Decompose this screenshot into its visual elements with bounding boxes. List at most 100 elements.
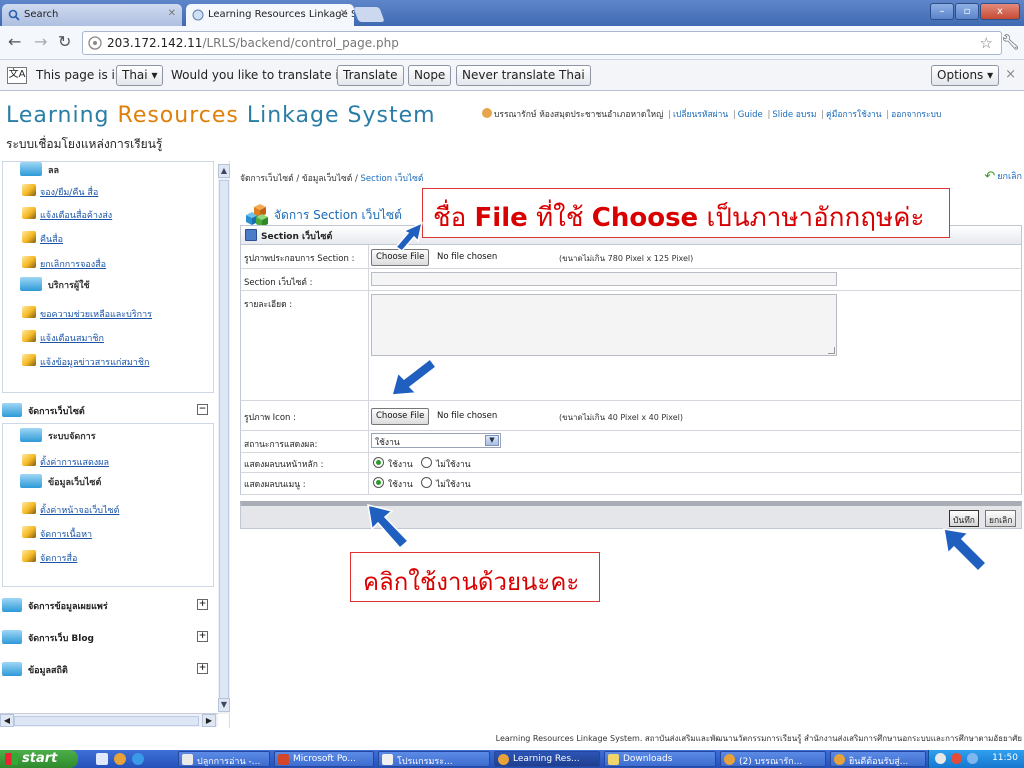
sidebar-item-help[interactable]: ขอความช่วยเหลือและบริการ	[20, 303, 152, 321]
sidebar-horizontal-scrollbar[interactable]: ◀ ▶	[0, 713, 218, 727]
status-select[interactable]: ใช้งาน ▼	[371, 433, 501, 448]
close-window-button[interactable]: x	[980, 3, 1020, 20]
guide-link[interactable]: Guide	[738, 110, 763, 120]
powerpoint-icon	[278, 754, 289, 765]
forward-arrow-icon[interactable]: →	[34, 34, 47, 50]
nope-button[interactable]: Nope	[408, 65, 452, 86]
tab-learning-resources[interactable]: Learning Resources Linkage S\ ✕	[186, 4, 354, 26]
language-select[interactable]: Thai ▾	[116, 65, 164, 86]
manual-link[interactable]: คู่มือการใช้งาน	[826, 110, 882, 120]
sidebar-item-content[interactable]: จัดการเนื้อหา	[20, 523, 92, 541]
expand-toggle-icon[interactable]: +	[197, 599, 208, 610]
expand-toggle-icon[interactable]: +	[197, 663, 208, 674]
section-input[interactable]	[371, 272, 837, 286]
sidebar-item-display-settings[interactable]: ตั้งค่าการแสดงผล	[20, 451, 109, 469]
security-icon[interactable]	[951, 753, 962, 764]
sidebar-category-website-data[interactable]: ข้อมูลเว็บไซต์	[20, 471, 210, 491]
network-icon[interactable]	[935, 753, 946, 764]
taskbar-item[interactable]: (2) บรรณารัก...	[720, 751, 826, 767]
slide-training-link[interactable]: Slide อบรม	[772, 110, 816, 120]
ie-quicklaunch-icon[interactable]	[132, 753, 144, 765]
options-button[interactable]: Options ▾	[931, 65, 1000, 86]
tab-close-icon[interactable]: ✕	[340, 8, 348, 19]
scroll-up-icon[interactable]: ▲	[218, 164, 230, 178]
form-row-image: รูปภาพประกอบการ Section : Choose File No…	[240, 245, 1022, 269]
logo-word-3: Linkage System	[238, 103, 436, 128]
chrome-icon	[834, 754, 845, 765]
sidebar-section-publish[interactable]: จัดการข้อมูลเผยแพร่ +	[2, 594, 214, 616]
tab-close-icon[interactable]: ✕	[168, 8, 176, 19]
form-row-section: Section เว็บไซต์ :	[240, 269, 1022, 291]
taskbar-item[interactable]: โปรแกรมระ...	[378, 751, 490, 767]
radio-label: ไม่ใช้งาน	[436, 460, 471, 470]
logout-link[interactable]: ออกจากระบบ	[891, 110, 941, 120]
top-links: บรรณารักษ์ ห้องสมุดประชาชนอำเภอหาดใหญ่ |…	[482, 107, 941, 121]
sidebar-section-website[interactable]: จัดการเว็บไซต์ −	[2, 399, 214, 421]
start-button[interactable]: start	[0, 750, 78, 768]
detail-textarea[interactable]	[371, 294, 837, 356]
taskbar-item[interactable]: Microsoft Po...	[274, 751, 374, 767]
scroll-left-icon[interactable]: ◀	[0, 714, 14, 727]
never-translate-button[interactable]: Never translate Thai	[456, 65, 591, 86]
menu-display-off-radio[interactable]	[421, 477, 432, 488]
close-icon[interactable]: ×	[1005, 67, 1016, 82]
reload-icon[interactable]: ↻	[58, 34, 71, 50]
site-logo[interactable]: Learning Resources Linkage System	[6, 103, 436, 128]
sidebar-item-return[interactable]: คืนสื่อ	[20, 228, 63, 246]
sidebar-section-blog[interactable]: จัดการเว็บ Blog +	[2, 626, 214, 648]
document-icon	[182, 754, 193, 765]
taskbar-item[interactable]: ปลูกการอ่าน -...	[178, 751, 270, 767]
menu-display-on-radio[interactable]	[373, 477, 384, 488]
back-arrow-icon[interactable]: ←	[8, 34, 21, 50]
sidebar-item-news-member[interactable]: แจ้งข้อมูลข่าวสารแก่สมาชิก	[20, 351, 149, 369]
sidebar-vertical-scrollbar[interactable]: ▲ ▼	[218, 164, 230, 714]
sidebar-item-cancel-reservation[interactable]: ยกเลิกการจองสื่อ	[20, 253, 106, 271]
taskbar-item-active[interactable]: Learning Res...	[494, 751, 600, 767]
scroll-down-icon[interactable]: ▼	[218, 698, 230, 712]
expand-toggle-icon[interactable]: +	[197, 631, 208, 642]
translate-button[interactable]: Translate	[337, 65, 404, 86]
choose-icon-file-button[interactable]: Choose File	[371, 408, 430, 425]
address-bar[interactable]: 203.172.142.11/LRLS/backend/control_page…	[82, 31, 1002, 55]
user-icon	[482, 108, 492, 118]
sidebar-category-user-service[interactable]: บริการผู้ใช้	[20, 274, 210, 294]
chevron-down-icon: ▼	[485, 435, 499, 446]
new-tab-button[interactable]	[353, 7, 385, 22]
radio-label: ไม่ใช้งาน	[436, 480, 471, 490]
sidebar-category-system[interactable]: ระบบจัดการ	[20, 425, 210, 445]
tab-search[interactable]: Search ✕	[2, 4, 182, 26]
sidebar-item-media[interactable]: จัดการสื่อ	[20, 547, 77, 565]
choose-file-button[interactable]: Choose File	[371, 249, 430, 266]
breadcrumb-current[interactable]: Section เว็บไซต์	[361, 174, 424, 184]
sidebar-item-borrow[interactable]: จอง/ยืม/คืน สื่อ	[20, 181, 98, 199]
cancel-top-button[interactable]: ↶ ยกเลิก	[984, 169, 1022, 184]
sidebar-item-notify-member[interactable]: แจ้งเตือนสมาชิก	[20, 327, 104, 345]
scroll-right-icon[interactable]: ▶	[202, 714, 216, 727]
cancel-button[interactable]: ยกเลิก	[985, 510, 1017, 527]
wrench-menu-icon[interactable]: 🔧︎	[1001, 33, 1020, 51]
main-content: จัดการเว็บไซต์ / ข้อมูลเว็บไซต์ / Sectio…	[232, 161, 1024, 728]
bookmark-star-icon[interactable]: ☆	[980, 34, 993, 52]
scroll-thumb[interactable]	[219, 180, 229, 700]
show-desktop-icon[interactable]	[96, 753, 108, 765]
home-display-off-radio[interactable]	[421, 457, 432, 468]
taskbar-item[interactable]: Downloads	[604, 751, 716, 767]
change-password-link[interactable]: เปลี่ยนรหัสผ่าน	[673, 110, 728, 120]
resize-grip-icon[interactable]	[828, 347, 835, 354]
minimize-button[interactable]: –	[930, 3, 954, 20]
volume-icon[interactable]	[967, 753, 978, 764]
no-file-text: No file chosen	[437, 252, 498, 262]
scroll-thumb[interactable]	[14, 716, 199, 726]
maximize-button[interactable]: ▫	[955, 3, 979, 20]
save-button[interactable]: บันทึก	[949, 510, 979, 527]
home-display-on-radio[interactable]	[373, 457, 384, 468]
sidebar-category-top[interactable]: ลล	[20, 159, 210, 179]
taskbar-item[interactable]: ยินดีต้อนรับสู่...	[830, 751, 926, 767]
sidebar-item-website-screen[interactable]: ตั้งค่าหน้าจอเว็บไซต์	[20, 499, 119, 517]
sidebar-item-overdue[interactable]: แจ้งเตือนสื่อค้างส่ง	[20, 204, 112, 222]
sidebar-section-stats[interactable]: ข้อมูลสถิติ +	[2, 658, 214, 680]
collapse-toggle-icon[interactable]: −	[197, 404, 208, 415]
chrome-quicklaunch-icon[interactable]	[114, 753, 126, 765]
pencil-icon	[22, 550, 36, 562]
pencil-icon	[22, 454, 36, 466]
